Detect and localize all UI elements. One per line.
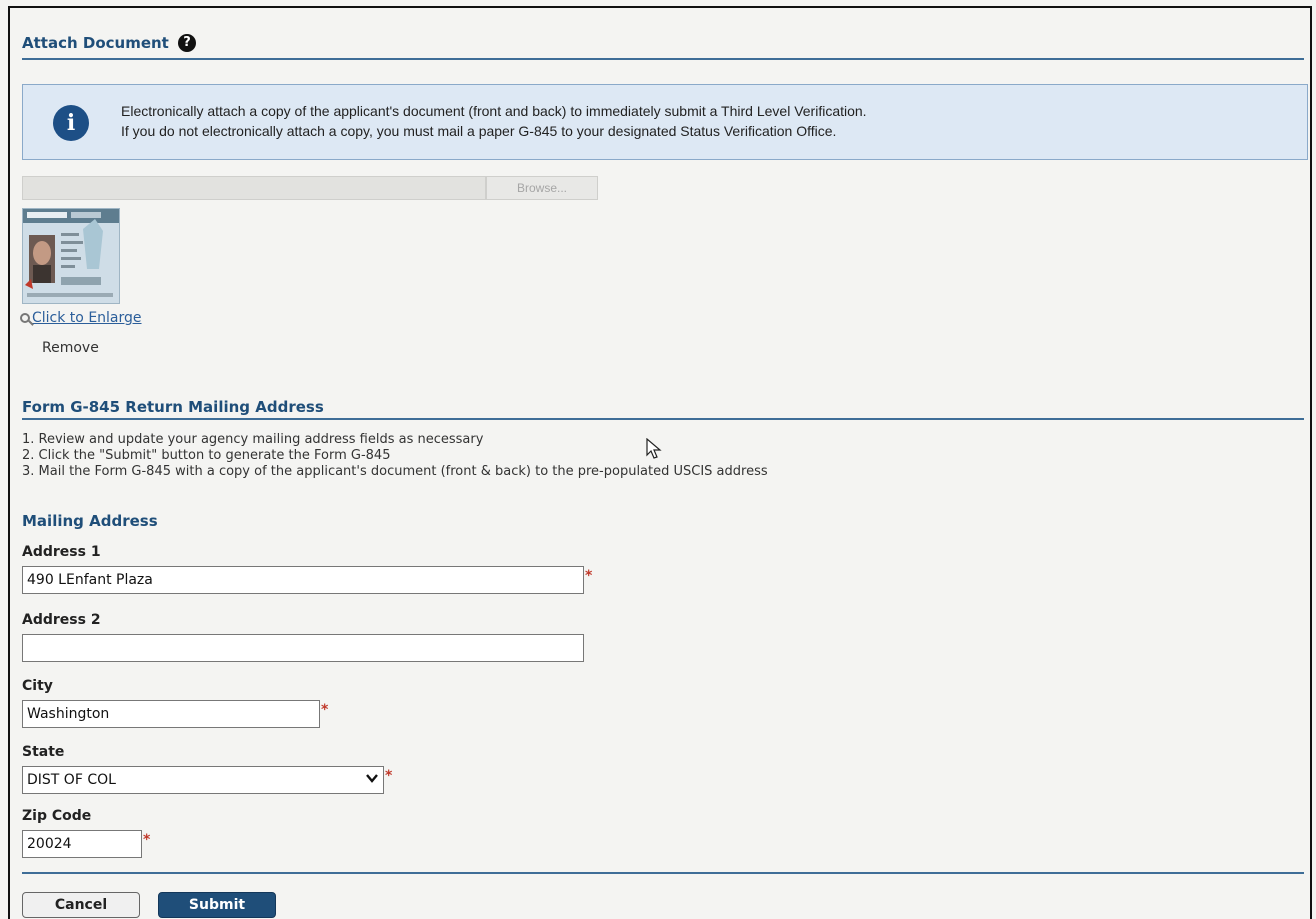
address2-input[interactable] [22, 634, 584, 662]
info-line-1: Electronically attach a copy of the appl… [121, 103, 867, 119]
state-select[interactable]: DIST OF COL [22, 766, 384, 794]
state-label: State [22, 744, 65, 760]
footer-divider [22, 872, 1304, 874]
address1-label: Address 1 [22, 544, 101, 560]
city-label: City [22, 678, 53, 694]
page-frame: Attach Document ? i Electronically attac… [8, 6, 1312, 919]
attach-document-title-text: Attach Document [22, 34, 169, 52]
state-select-value: DIST OF COL [27, 772, 116, 788]
address2-label: Address 2 [22, 612, 101, 628]
required-marker: * [385, 768, 393, 784]
mailing-address-title: Mailing Address [22, 512, 158, 530]
click-to-enlarge-link[interactable]: Click to Enlarge [20, 310, 142, 326]
chevron-down-icon [366, 774, 378, 783]
city-input[interactable] [22, 700, 320, 728]
instruction-step: 3. Mail the Form G-845 with a copy of th… [22, 464, 768, 479]
submit-button[interactable]: Submit [158, 892, 276, 918]
required-marker: * [143, 832, 151, 848]
click-to-enlarge-text: Click to Enlarge [32, 310, 142, 326]
file-path-field[interactable] [22, 176, 486, 200]
help-icon[interactable]: ? [178, 34, 197, 52]
cancel-button[interactable]: Cancel [22, 892, 140, 918]
remove-link[interactable]: Remove [42, 340, 99, 356]
document-thumbnail[interactable] [22, 208, 120, 304]
magnifier-icon [20, 313, 30, 323]
info-icon: i [53, 105, 89, 141]
required-marker: * [321, 702, 329, 718]
info-line-2: If you do not electronically attach a co… [121, 123, 837, 139]
required-marker: * [585, 568, 593, 584]
browse-button[interactable]: Browse... [486, 176, 598, 200]
attach-document-title: Attach Document ? [22, 34, 197, 52]
g845-section-title: Form G-845 Return Mailing Address [22, 398, 324, 416]
section-divider [22, 58, 1304, 60]
info-banner: i Electronically attach a copy of the ap… [22, 84, 1308, 160]
info-text: Electronically attach a copy of the appl… [121, 101, 867, 141]
mouse-cursor-icon [646, 438, 662, 459]
zip-label: Zip Code [22, 808, 92, 824]
section-divider [22, 418, 1304, 420]
document-thumbnail-image [23, 209, 119, 303]
address1-input[interactable] [22, 566, 584, 594]
zip-input[interactable] [22, 830, 142, 858]
